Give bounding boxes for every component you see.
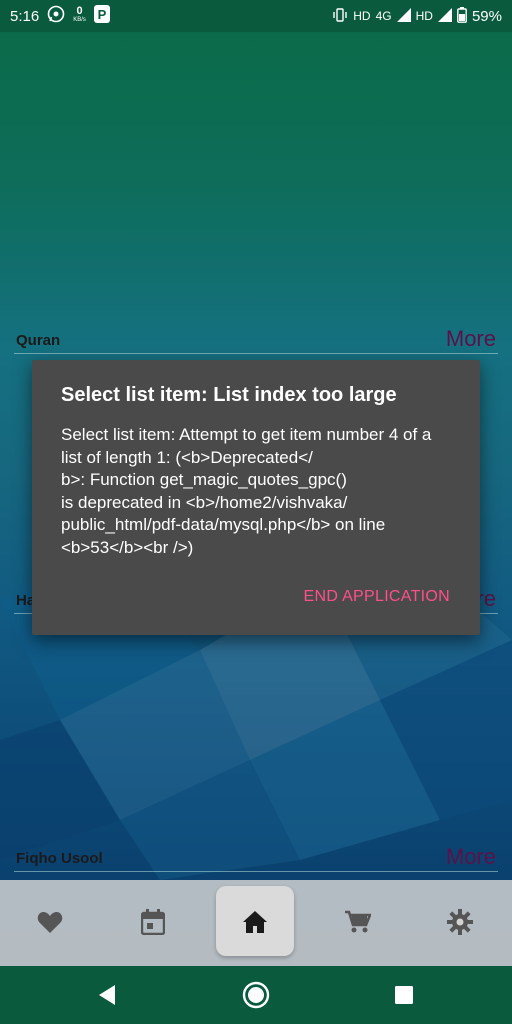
vibrate-icon: [332, 7, 348, 25]
nav-calendar[interactable]: [133, 902, 173, 942]
bottom-navigation: [0, 880, 512, 966]
whatsapp-icon: [47, 5, 65, 27]
nav-cart[interactable]: [338, 902, 378, 942]
gear-icon: [447, 909, 473, 935]
dialog-message: Select list item: Attempt to get item nu…: [61, 425, 432, 557]
calendar-icon: [141, 909, 165, 935]
heart-icon: [37, 912, 63, 933]
network-speed: 0 KB/s: [73, 5, 86, 24]
status-time: 5:16: [10, 7, 40, 25]
system-navigation-bar: [0, 966, 512, 1024]
battery-percent: 59%: [471, 7, 502, 25]
hd-label-2: HD: [415, 9, 433, 23]
end-application-button[interactable]: END APPLICATION: [304, 588, 450, 606]
section-quran: Quran More: [14, 326, 498, 354]
dialog-title: Select list item: List index too large: [61, 384, 397, 406]
section-title: Fiqho Usool: [16, 850, 103, 867]
status-bar: 5:16 0 KB/s P HD 4G HD 59%: [0, 0, 512, 32]
recents-icon: [395, 986, 413, 1004]
section-fiqho-usool: Fiqho Usool More: [14, 844, 498, 872]
nav-settings[interactable]: [440, 902, 480, 942]
nav-home[interactable]: [235, 902, 275, 942]
signal-icon: [396, 7, 411, 25]
section-title: Quran: [16, 332, 61, 349]
svg-text:P: P: [98, 7, 107, 22]
recents-button[interactable]: [389, 980, 419, 1010]
p-app-icon: P: [93, 5, 110, 27]
network-4g-label: 4G: [375, 9, 392, 23]
battery-icon: [457, 6, 467, 26]
signal-icon-2: [437, 7, 452, 25]
cart-icon: [345, 910, 371, 933]
home-system-button[interactable]: [241, 980, 271, 1010]
more-link[interactable]: More: [446, 844, 496, 870]
home-circle-icon: [242, 981, 270, 1009]
hd-label-1: HD: [353, 9, 371, 23]
error-dialog: Select list item: List index too large S…: [32, 360, 480, 635]
more-link[interactable]: More: [446, 326, 496, 352]
back-icon: [99, 985, 115, 1005]
home-icon: [243, 911, 267, 933]
back-button[interactable]: [92, 980, 122, 1010]
nav-favorites[interactable]: [30, 902, 70, 942]
